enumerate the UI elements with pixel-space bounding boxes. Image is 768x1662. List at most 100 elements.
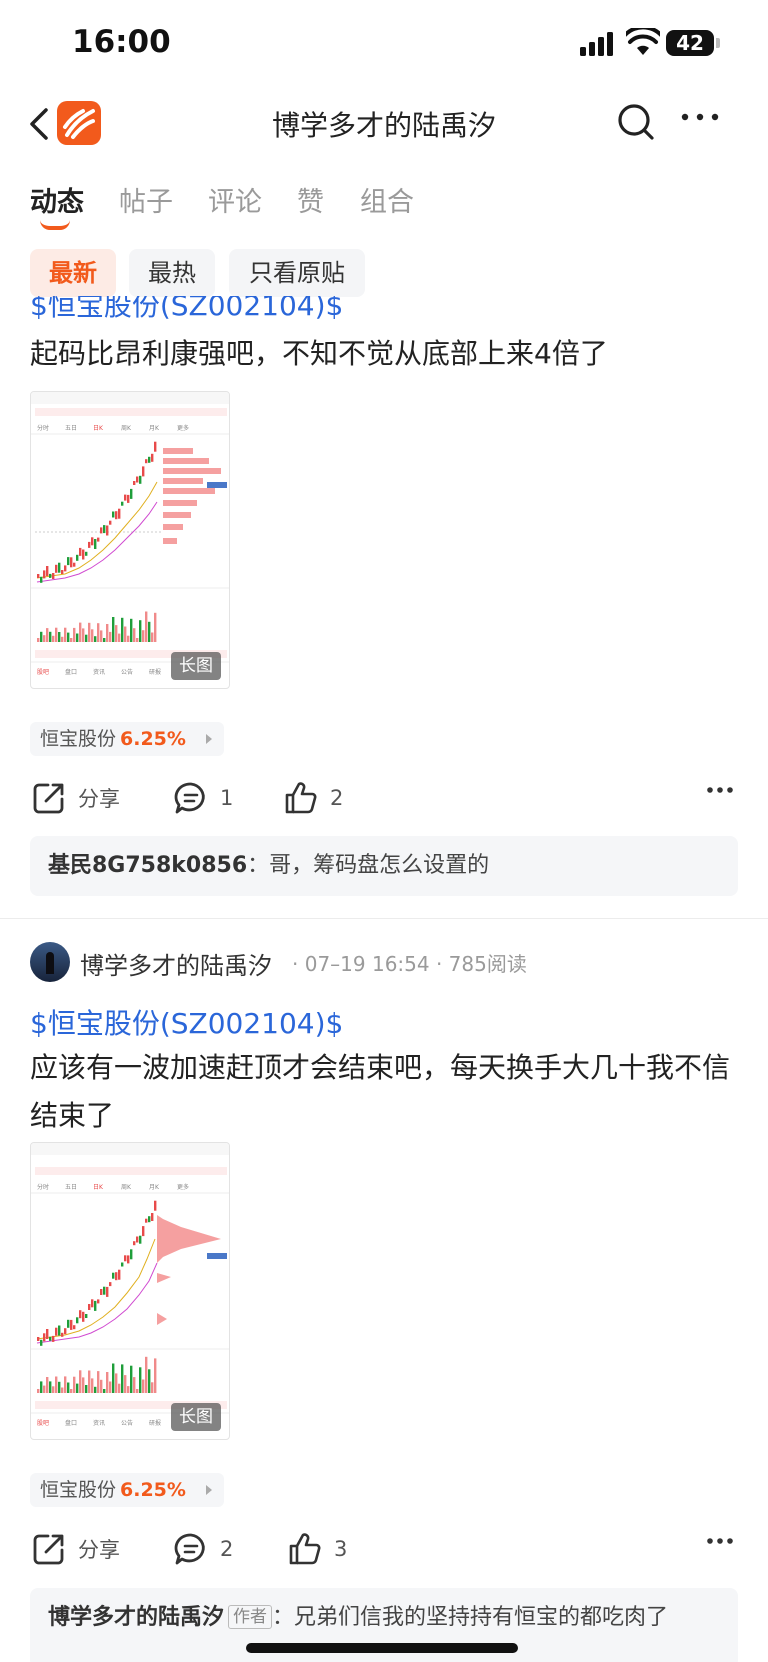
volume-bar xyxy=(64,627,67,642)
candle xyxy=(67,557,70,566)
volume-bar xyxy=(61,636,64,642)
post-stock-link[interactable]: $恒宝股份(SZ002104)$ xyxy=(30,1002,343,1042)
share-button[interactable]: 分享 xyxy=(32,778,120,818)
volume-bar xyxy=(121,1364,124,1393)
volume-bar xyxy=(70,1389,73,1393)
volume-bar xyxy=(100,630,103,642)
comment-author[interactable]: 基民8G758k0856 xyxy=(48,853,247,878)
share-label: 分享 xyxy=(78,1538,120,1562)
volume-bar xyxy=(91,629,94,642)
battery-icon: 42 xyxy=(666,30,714,56)
volume-bar xyxy=(97,623,100,642)
svg-text:研报: 研报 xyxy=(149,668,161,676)
volume-bar xyxy=(40,631,43,642)
post-stock-link[interactable]: $恒宝股份(SZ002104)$ xyxy=(30,296,343,326)
volume-bar xyxy=(82,1377,85,1393)
related-stock-pill[interactable]: 恒宝股份 6.25% xyxy=(30,722,224,756)
comment-button[interactable]: 1 xyxy=(174,778,233,818)
post-more-icon[interactable] xyxy=(706,786,734,794)
candle xyxy=(145,1218,148,1223)
volume-bar xyxy=(145,611,148,642)
candle xyxy=(148,1216,151,1223)
candle xyxy=(145,459,148,464)
candle xyxy=(67,1319,70,1328)
tab-likes[interactable]: 赞 xyxy=(297,180,324,219)
candle xyxy=(133,1241,136,1246)
volume-bar xyxy=(154,612,157,642)
candle xyxy=(46,566,49,576)
candle xyxy=(79,547,82,556)
candle xyxy=(139,475,142,484)
candle xyxy=(58,562,61,573)
candle xyxy=(76,554,79,561)
post-chart-image[interactable]: 分时 五日 日K 周K 月K 更多 股吧 盘口 资讯 公告 研报 长图 xyxy=(30,391,230,689)
comment-text: ：哥，筹码盘怎么设置的 xyxy=(247,853,490,878)
candle xyxy=(43,1333,46,1342)
candle xyxy=(142,1226,145,1237)
filter-latest[interactable]: 最新 xyxy=(30,249,116,297)
post-stock-link-text: $恒宝股份(SZ002104)$ xyxy=(30,296,344,322)
svg-text:研报: 研报 xyxy=(149,1419,161,1427)
candle xyxy=(52,573,55,579)
related-stock-pill[interactable]: 恒宝股份 6.25% xyxy=(30,1473,224,1507)
status-bar: 16:00 42 xyxy=(0,0,768,88)
cellular-signal-icon xyxy=(580,32,616,56)
volume-bar xyxy=(145,1356,148,1393)
volume-bar xyxy=(130,618,133,642)
post-more-icon[interactable] xyxy=(706,1537,734,1545)
like-button[interactable]: 2 xyxy=(284,778,343,818)
tab-comments[interactable]: 评论 xyxy=(208,180,262,219)
more-options-icon[interactable] xyxy=(680,112,720,122)
svg-text:分时: 分时 xyxy=(37,424,49,432)
volume-bar xyxy=(67,632,70,642)
volume-bar xyxy=(79,1370,82,1393)
filter-hottest[interactable]: 最热 xyxy=(129,249,215,297)
tab-posts[interactable]: 帖子 xyxy=(119,180,173,219)
volume-bar xyxy=(121,617,124,642)
candle xyxy=(100,527,103,534)
candle xyxy=(85,1314,88,1318)
candle xyxy=(151,453,154,462)
comment-preview[interactable]: 基民8G758k0856：哥，筹码盘怎么设置的 xyxy=(30,836,738,896)
candle xyxy=(112,1272,115,1279)
filter-original-only[interactable]: 只看原贴 xyxy=(229,249,365,297)
candle xyxy=(103,525,106,534)
share-icon xyxy=(33,783,64,814)
share-label: 分享 xyxy=(78,787,120,811)
kline-screenshot: 分时 五日 日K 周K 月K 更多 股吧 盘口 资讯 公告 研报 xyxy=(31,392,229,676)
candle xyxy=(151,1213,154,1221)
comment-button[interactable]: 2 xyxy=(174,1529,233,1569)
long-image-badge: 长图 xyxy=(171,652,221,680)
svg-text:五日: 五日 xyxy=(65,1184,77,1191)
share-button[interactable]: 分享 xyxy=(32,1529,120,1569)
candle xyxy=(154,1200,157,1211)
avatar[interactable] xyxy=(30,942,70,982)
kline-screenshot: 分时 五日 日K 周K 月K 更多 股吧 盘口 资讯 公告 研报 xyxy=(31,1143,229,1427)
tab-dynamic[interactable]: 动态 xyxy=(30,180,84,219)
like-count: 2 xyxy=(330,786,344,810)
post-author[interactable]: 博学多才的陆禹汐 xyxy=(80,946,272,981)
candle xyxy=(37,1337,40,1341)
post-meta: · 07–19 16:54 · 785阅读 xyxy=(292,952,527,976)
stock-change: 6.25% xyxy=(120,1479,186,1501)
volume-bar xyxy=(115,625,118,642)
like-button[interactable]: 3 xyxy=(288,1529,347,1569)
volume-bar xyxy=(37,638,40,642)
comment-author[interactable]: 博学多才的陆禹汐 xyxy=(48,1605,224,1630)
candle xyxy=(109,520,112,525)
svg-text:更多: 更多 xyxy=(177,424,189,432)
candle xyxy=(49,573,52,578)
post-text[interactable]: 应该有一波加速赶顶才会结束吧，每天换手大几十我不信结束了 xyxy=(30,1044,740,1140)
search-icon[interactable] xyxy=(616,102,656,142)
post-text[interactable]: 起码比昂利康强吧，不知不觉从底部上来4倍了 xyxy=(30,330,740,378)
candle xyxy=(43,570,46,579)
candle xyxy=(124,494,127,501)
post-actions: 分享 2 3 xyxy=(0,1529,768,1569)
chevron-right-icon xyxy=(206,734,212,744)
candle xyxy=(97,1299,100,1304)
volume-bar xyxy=(85,634,88,642)
volume-bar xyxy=(148,621,151,642)
post-chart-image[interactable]: 分时 五日 日K 周K 月K 更多 股吧 盘口 资讯 公告 研报 长图 xyxy=(30,1142,230,1440)
tab-portfolios[interactable]: 组合 xyxy=(360,180,414,219)
candle xyxy=(88,541,91,548)
